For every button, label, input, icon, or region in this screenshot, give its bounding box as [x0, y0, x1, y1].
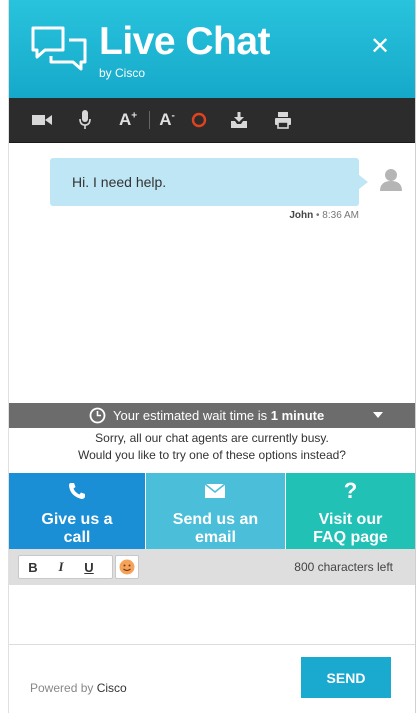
call-option-button[interactable]: Give us a call	[9, 473, 145, 549]
faq-option-button[interactable]: ? Visit our FAQ page	[285, 473, 415, 549]
message-bubble: Hi. I need help.	[50, 158, 368, 206]
chat-footer: Powered by Cisco SEND	[9, 646, 415, 713]
message-area[interactable]: Hi. I need help. John • 8:36 AM	[9, 143, 415, 403]
characters-left: 800 characters left	[294, 560, 393, 574]
question-icon: ?	[343, 478, 358, 503]
wait-time-bar: Your estimated wait time is 1 minute	[9, 403, 415, 428]
user-avatar-icon	[380, 169, 402, 191]
microphone-button[interactable]	[77, 108, 93, 132]
clock-icon	[89, 407, 106, 424]
chevron-down-icon[interactable]	[373, 412, 383, 418]
chat-title: Live Chat	[99, 20, 271, 63]
chat-subtitle: by Cisco	[99, 66, 146, 80]
call-option-label: Give us a call	[41, 511, 113, 546]
video-button[interactable]	[31, 108, 53, 132]
chat-toolbar: A+ A-	[9, 98, 415, 143]
phone-icon	[68, 483, 85, 499]
emoji-button[interactable]	[115, 555, 139, 579]
record-icon	[191, 112, 207, 128]
toolbar-divider	[149, 111, 150, 129]
record-button[interactable]	[189, 108, 209, 132]
chat-header: Live Chat by Cisco ✕	[9, 0, 415, 98]
message-input[interactable]	[9, 585, 415, 645]
chat-bubbles-icon	[31, 26, 87, 71]
smiley-icon	[119, 559, 135, 575]
powered-by-prefix: Powered by	[30, 681, 94, 695]
microphone-icon	[79, 110, 91, 129]
envelope-icon	[205, 484, 226, 498]
busy-line-1: Sorry, all our chat agents are currently…	[95, 431, 329, 445]
wait-prefix: Your estimated wait time is	[113, 408, 268, 423]
powered-by: Powered by Cisco	[30, 681, 127, 695]
font-decrease-icon: A-	[159, 110, 175, 129]
contact-options: Give us a call Send us an email ? Visit …	[9, 473, 415, 549]
download-icon	[231, 112, 247, 128]
print-button[interactable]	[273, 108, 293, 132]
busy-line-2: Would you like to try one of these optio…	[78, 448, 346, 462]
format-toolbar: B I U 800 characters left	[9, 549, 415, 585]
busy-message: Sorry, all our chat agents are currently…	[9, 430, 415, 464]
video-camera-icon	[32, 115, 52, 125]
close-icon: ✕	[369, 33, 391, 60]
font-increase-button[interactable]: A+	[115, 108, 141, 132]
download-button[interactable]	[229, 108, 249, 132]
faq-option-label: Visit our FAQ page	[313, 511, 388, 546]
font-increase-icon: A+	[118, 110, 138, 129]
font-decrease-button[interactable]: A-	[155, 108, 179, 132]
email-option-button[interactable]: Send us an email	[145, 473, 285, 549]
underline-button[interactable]: U	[75, 560, 103, 575]
close-button[interactable]: ✕	[367, 34, 393, 60]
message-meta: John • 8:36 AM	[259, 210, 359, 221]
send-button[interactable]: SEND	[301, 657, 391, 698]
text-format-group: B I U	[18, 555, 113, 579]
wait-value: 1 minute	[270, 408, 325, 423]
wait-time-text: Your estimated wait time is 1 minute	[113, 408, 324, 423]
chat-window: Live Chat by Cisco ✕ A+ A- Hi. I need he…	[8, 0, 416, 713]
bold-button[interactable]: B	[19, 560, 47, 575]
meta-separator: •	[316, 210, 320, 221]
message-time: 8:36 AM	[322, 210, 359, 221]
print-icon	[275, 112, 291, 129]
italic-button[interactable]: I	[47, 559, 75, 575]
powered-by-brand: Cisco	[96, 681, 127, 695]
message-author: John	[289, 210, 314, 221]
email-option-label: Send us an email	[172, 511, 259, 546]
